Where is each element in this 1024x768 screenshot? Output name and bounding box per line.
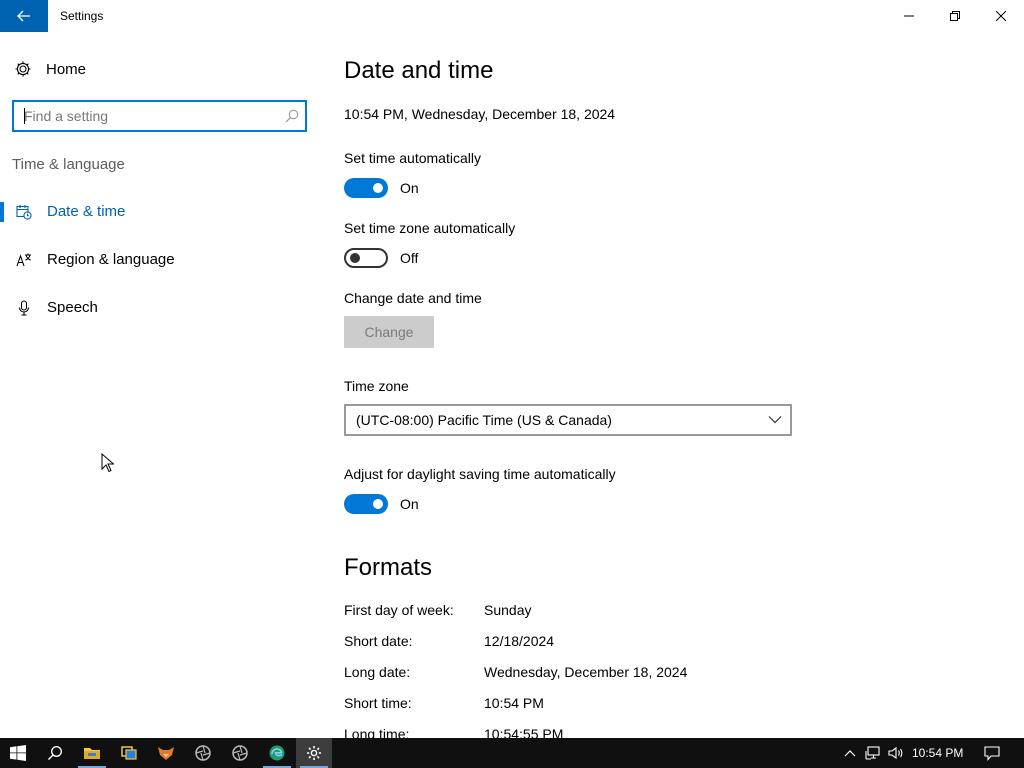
search-input[interactable]: Find a setting [12, 100, 307, 132]
search-icon[interactable] [285, 109, 299, 123]
close-button[interactable] [978, 0, 1024, 32]
aperture-icon [232, 745, 248, 761]
sidebar-item-date-time[interactable]: Date & time [0, 192, 320, 232]
set-time-auto-toggle[interactable] [344, 178, 388, 198]
title-bar: Settings [0, 0, 1024, 32]
window-title: Settings [60, 9, 104, 23]
close-icon [996, 11, 1006, 21]
gear-icon [15, 61, 31, 77]
daylight-saving-label: Adjust for daylight saving time automati… [344, 466, 616, 482]
format-label: Short time: [344, 695, 412, 711]
minimize-button[interactable] [886, 0, 932, 32]
restore-icon [950, 11, 960, 21]
set-time-auto-label: Set time automatically [344, 150, 481, 166]
taskbar-clock[interactable]: 10:54 PM [912, 746, 963, 760]
home-label: Home [46, 60, 87, 78]
date-time-icon [16, 205, 32, 220]
time-zone-dropdown[interactable]: (UTC-08:00) Pacific Time (US & Canada) [344, 404, 792, 436]
minimize-icon [904, 15, 914, 17]
start-button[interactable] [0, 738, 36, 768]
app-window-icon [121, 746, 137, 760]
app-button[interactable] [222, 738, 258, 768]
search-placeholder: Find a setting [24, 108, 109, 124]
back-arrow-icon [17, 10, 30, 22]
taskbar: 10:54 PM [0, 738, 1024, 768]
edge-browser-icon [269, 745, 285, 761]
app-button[interactable] [111, 738, 147, 768]
sidebar-item-label: Region & language [47, 251, 175, 268]
main-content: Date and time 10:54 PM, Wednesday, Decem… [344, 32, 1004, 738]
chevron-down-icon [768, 416, 782, 424]
sidebar-item-label: Date & time [47, 203, 126, 220]
search-icon [47, 746, 62, 761]
sidebar: Home Find a setting Time & language Date… [0, 32, 320, 738]
daylight-saving-toggle[interactable] [344, 494, 388, 514]
time-zone-value: (UTC-08:00) Pacific Time (US & Canada) [356, 412, 612, 428]
sidebar-item-region-language[interactable]: Region & language [0, 240, 320, 280]
toggle-knob [350, 253, 360, 263]
set-tz-auto-label: Set time zone automatically [344, 220, 516, 236]
time-zone-label: Time zone [344, 378, 409, 394]
change-date-time-label: Change date and time [344, 290, 482, 306]
network-tray-button[interactable] [862, 738, 884, 768]
format-value: 12/18/2024 [484, 633, 555, 649]
page-title: Date and time [344, 57, 494, 84]
speaker-icon [888, 746, 903, 760]
category-heading: Time & language [12, 156, 125, 173]
format-label: Short date: [344, 633, 413, 649]
notification-icon [984, 745, 1000, 761]
selection-indicator [0, 202, 4, 222]
app-button[interactable] [185, 738, 221, 768]
restore-button[interactable] [932, 0, 978, 32]
toggle-knob [373, 499, 383, 509]
change-button[interactable]: Change [344, 316, 434, 348]
region-language-icon [16, 253, 31, 267]
folder-icon [84, 748, 100, 759]
network-icon [865, 746, 880, 760]
format-label: Long date: [344, 664, 411, 680]
show-hidden-icons-button[interactable] [839, 738, 861, 768]
format-label: First day of week: [344, 602, 454, 618]
toggle-knob [373, 183, 383, 193]
settings-window: Settings Home Find a setting Time & lang… [0, 0, 1024, 738]
daylight-saving-state: On [400, 496, 419, 512]
search-taskbar-button[interactable] [37, 738, 73, 768]
set-tz-auto-toggle[interactable] [344, 248, 388, 268]
format-value: Wednesday, December 18, 2024 [484, 664, 688, 680]
back-button[interactable] [0, 0, 48, 32]
formats-heading: Formats [344, 554, 433, 581]
set-time-auto-state: On [400, 180, 419, 196]
current-datetime: 10:54 PM, Wednesday, December 18, 2024 [344, 106, 616, 122]
app-button[interactable] [148, 738, 184, 768]
sidebar-item-speech[interactable]: Speech [0, 288, 320, 328]
sidebar-item-label: Speech [47, 299, 98, 316]
fox-icon [158, 747, 174, 760]
home-link[interactable]: Home [14, 58, 86, 80]
set-tz-auto-state: Off [400, 250, 419, 266]
format-value: 10:54:55 PM [484, 726, 564, 738]
action-center-button[interactable] [978, 738, 1006, 768]
aperture-icon [195, 745, 211, 761]
edge-browser-button[interactable] [259, 738, 295, 768]
format-value: Sunday [484, 602, 532, 618]
chevron-up-icon [844, 750, 856, 757]
format-label: Long time: [344, 726, 410, 738]
file-explorer-button[interactable] [74, 738, 110, 768]
mouse-cursor-icon [101, 453, 114, 473]
microphone-icon [18, 300, 30, 316]
volume-tray-button[interactable] [885, 738, 907, 768]
gear-icon [307, 746, 321, 760]
windows-logo-icon [10, 745, 26, 761]
format-value: 10:54 PM [484, 695, 544, 711]
settings-taskbar-button[interactable] [296, 738, 332, 768]
